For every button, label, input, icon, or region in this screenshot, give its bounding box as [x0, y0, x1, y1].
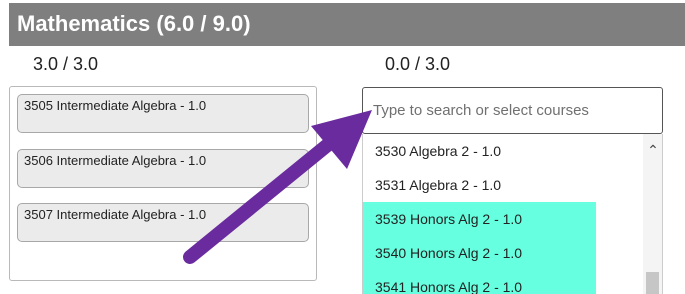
course-selection-page: Mathematics (6.0 / 9.0) 3.0 / 3.0 0.0 / … — [0, 0, 685, 294]
section-title: Mathematics (6.0 / 9.0) — [17, 11, 251, 36]
chevron-up-icon[interactable]: ⌃ — [643, 140, 662, 160]
selected-course-label: 3505 Intermediate Algebra - 1.0 — [24, 98, 207, 113]
course-option[interactable]: 3530 Algebra 2 - 1.0 — [363, 134, 596, 168]
selected-course-chip[interactable]: 3507 Intermediate Algebra - 1.0 — [17, 203, 309, 242]
course-search-input[interactable] — [362, 87, 663, 134]
course-options-list[interactable]: 3530 Algebra 2 - 1.0 3531 Algebra 2 - 1.… — [362, 134, 663, 294]
course-option[interactable]: 3541 Honors Alg 2 - 1.0 — [363, 270, 596, 294]
selected-courses-panel: 3505 Intermediate Algebra - 1.0 3506 Int… — [9, 86, 317, 281]
course-option[interactable]: 3540 Honors Alg 2 - 1.0 — [363, 236, 596, 270]
dropdown-scrollbar[interactable]: ⌃ — [643, 134, 662, 294]
selected-course-chip[interactable]: 3505 Intermediate Algebra - 1.0 — [17, 94, 309, 133]
selected-course-label: 3506 Intermediate Algebra - 1.0 — [24, 153, 207, 168]
available-credits: 0.0 / 3.0 — [385, 54, 451, 74]
selected-course-chip[interactable]: 3506 Intermediate Algebra - 1.0 — [17, 149, 309, 188]
selected-course-label: 3507 Intermediate Algebra - 1.0 — [24, 207, 207, 222]
scrollbar-thumb[interactable] — [646, 272, 659, 294]
section-header: Mathematics (6.0 / 9.0) — [9, 3, 685, 46]
course-option[interactable]: 3531 Algebra 2 - 1.0 — [363, 168, 596, 202]
course-option[interactable]: 3539 Honors Alg 2 - 1.0 — [363, 202, 596, 236]
selected-credits: 3.0 / 3.0 — [33, 54, 99, 74]
